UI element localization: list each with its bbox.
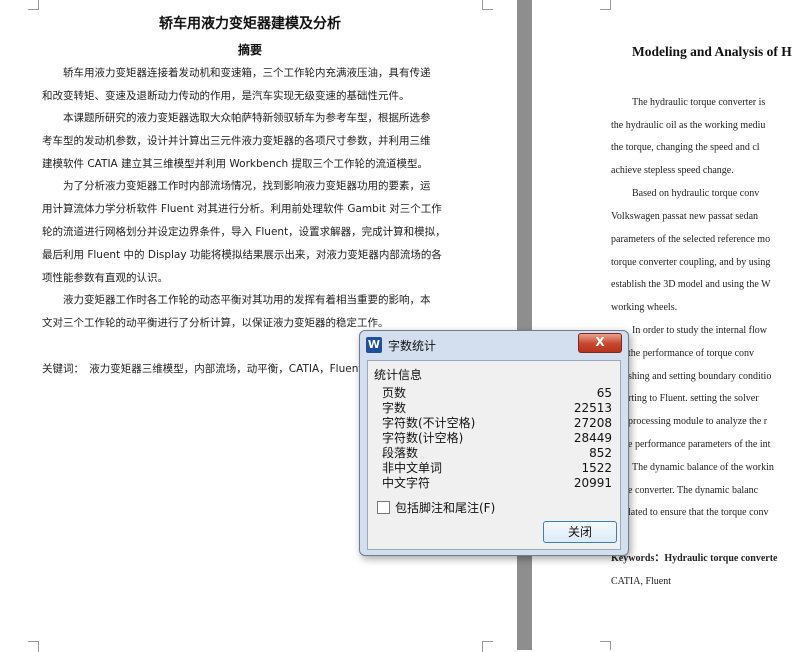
stat-label: 字符数(不计空格) <box>382 416 476 430</box>
english-abstract-line: the hydraulic oil as the working mediu <box>611 120 766 131</box>
abstract-line: 用计算流体力学分析软件 Fluent 对其进行分析。利用前处理软件 Gambit… <box>42 203 442 215</box>
stat-row-paragraphs: 段落数 852 <box>382 446 612 461</box>
stat-value: 1522 <box>581 461 612 475</box>
abstract-heading: 摘要 <box>237 43 262 57</box>
english-abstract-line: the performance of torque conv <box>628 348 755 359</box>
english-abstract-line: processing module to analyze the r <box>628 416 768 427</box>
english-abstract-line: Based on hydraulic torque conv <box>632 188 760 199</box>
stat-row-non-chinese-words: 非中文单词 1522 <box>382 461 612 476</box>
abstract-line: 考车型的发动机参数，设计并计算出三元件液力变矩器的各项尺寸参数，并利用三维 <box>42 135 431 147</box>
crop-mark <box>600 641 611 650</box>
crop-mark <box>28 0 39 10</box>
abstract-line: 轿车用液力变矩器连接着发动机和变速箱，三个工作轮内充满液压油，具有传递 <box>42 67 431 79</box>
stat-label: 段落数 <box>382 446 419 460</box>
stat-label: 字数 <box>382 401 407 415</box>
close-button[interactable]: 关闭 <box>543 521 617 543</box>
abstract-line: 液力变矩器工作时各工作轮的动态平衡对其功用的发挥有着相当重要的影响，本 <box>42 294 431 306</box>
wps-writer-icon: W <box>366 337 382 353</box>
statistics-section-label: 统计信息 <box>374 368 423 382</box>
stat-row-words: 字数 22513 <box>382 401 612 416</box>
english-abstract-line: the torque, changing the speed and cl <box>611 142 760 153</box>
english-abstract-line: The dynamic balance of the workin <box>632 462 774 473</box>
abstract-line: 本课题所研究的液力变矩器选取大众帕萨特新领驭轿车为参考车型，根据所选参 <box>42 112 431 124</box>
english-abstract-line: shing and setting boundary conditio <box>628 371 772 382</box>
stat-row-chars-no-spaces: 字符数(不计空格) 27208 <box>382 416 612 431</box>
english-abstract-line: working wheels. <box>611 302 678 313</box>
english-abstract-line: parameters of the selected reference mo <box>611 234 771 245</box>
crop-mark <box>482 0 493 10</box>
abstract-line: 最后利用 Fluent 中的 Display 功能将模拟结果展示出来，对液力变矩… <box>42 249 442 261</box>
english-abstract-line: e converter. The dynamic balanc <box>628 485 759 496</box>
close-icon[interactable]: X <box>578 333 622 353</box>
stat-value: 27208 <box>573 416 612 430</box>
english-abstract-line: The hydraulic torque converter is <box>632 97 766 108</box>
dialog-body: 统计信息 页数 65 字数 22513 字符数(不计空格) 27208 字符数(… <box>367 360 621 550</box>
abstract-line: 项性能参数有直观的认识。 <box>42 272 168 284</box>
english-title: Modeling and Analysis of H <box>632 44 792 59</box>
include-footnotes-checkbox[interactable] <box>377 501 390 514</box>
stat-value: 28449 <box>573 431 612 445</box>
stat-label: 页数 <box>382 386 407 400</box>
stat-row-pages: 页数 65 <box>382 386 612 401</box>
stat-value: 65 <box>596 386 612 400</box>
english-abstract-line: torque converter coupling, and by using <box>611 257 771 268</box>
include-footnotes-label[interactable]: 包括脚注和尾注(F) <box>395 499 495 516</box>
stat-value: 20991 <box>573 476 612 490</box>
abstract-line: 和改变转矩、变速及退断动力传动的作用，是汽车实现无级变速的基础性元件。 <box>42 90 410 102</box>
english-abstract-line: In order to study the internal flow <box>632 325 767 336</box>
stat-label: 非中文单词 <box>382 461 443 475</box>
english-abstract-line: Volkswagen passat new passat sedan <box>611 211 759 222</box>
crop-mark <box>482 641 493 652</box>
stat-label: 字符数(计空格) <box>382 431 464 445</box>
english-keywords-line2: CATIA, Fluent <box>611 576 671 587</box>
stat-label: 中文字符 <box>382 476 431 490</box>
english-abstract-line: e performance parameters of the int <box>628 439 771 450</box>
dialog-title: 字数统计 <box>388 339 437 353</box>
english-abstract-line: rting to Fluent. setting the solver <box>628 393 759 404</box>
stat-value: 852 <box>589 446 612 460</box>
abstract-line: 轮的流道进行网格划分并设定边界条件，导入 Fluent，设置求解器，完成计算和模… <box>42 226 446 238</box>
word-count-dialog: W 字数统计 X 统计信息 页数 65 字数 22513 字符数(不计空格) 2… <box>359 330 629 556</box>
english-abstract-line: establish the 3D model and using the W <box>611 279 771 290</box>
english-abstract-line: lated to ensure that the torque conv <box>628 507 769 518</box>
crop-mark <box>28 641 39 652</box>
stat-row-chars-with-spaces: 字符数(计空格) 28449 <box>382 431 612 446</box>
crop-mark <box>600 0 611 10</box>
english-abstract-line: achieve stepless speed change. <box>611 165 734 176</box>
english-keywords: Keywords：Hydraulic torque converte <box>611 553 778 564</box>
document-title: 轿车用液力变矩器建模及分析 <box>159 16 341 32</box>
dialog-titlebar[interactable]: W 字数统计 X <box>360 331 628 359</box>
abstract-line: 为了分析液力变矩器工作时内部流场情况，找到影响液力变矩器功用的要素，运 <box>42 180 431 192</box>
abstract-line: 建模软件 CATIA 建立其三维模型并利用 Workbench 提取三个工作轮的… <box>42 158 429 170</box>
stat-value: 22513 <box>573 401 612 415</box>
stat-row-chinese-chars: 中文字符 20991 <box>382 476 612 491</box>
